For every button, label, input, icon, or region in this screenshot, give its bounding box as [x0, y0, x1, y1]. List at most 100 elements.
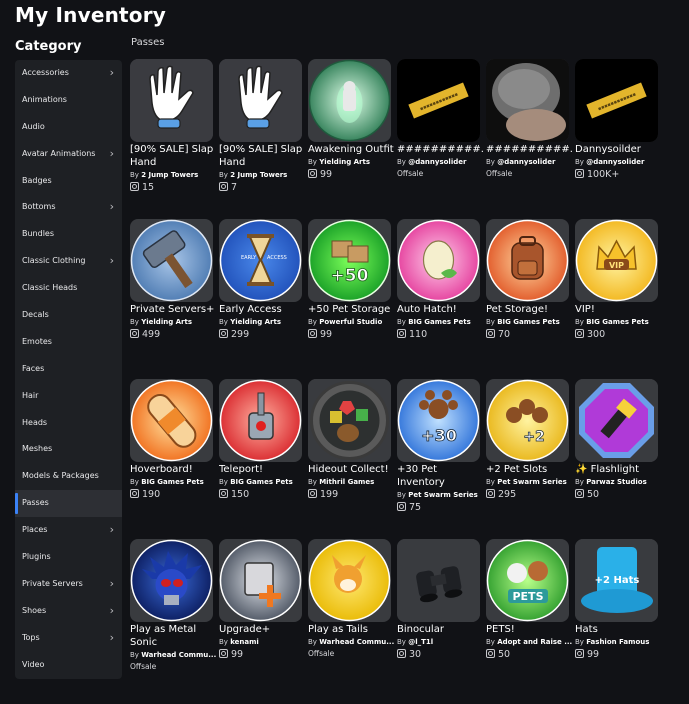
hourglass-icon[interactable]: EARLY ACCESS [219, 219, 302, 302]
item-card[interactable]: ✨ Flashlight By Parwaz Studios 50 [575, 379, 659, 529]
creator-link[interactable]: Adopt and Raise ... [497, 638, 572, 646]
item-card[interactable]: [90% SALE] Slap Hand By 2 Jump Towers 7 [219, 59, 303, 209]
item-card[interactable]: ▪▪▪▪▪▪▪▪▪▪▪▪ ##########... By @dannysolide… [397, 59, 483, 209]
creator-link[interactable]: 2 Jump Towers [141, 171, 198, 179]
flashlight-icon[interactable] [575, 379, 658, 462]
item-card[interactable]: +30 +30 Pet Inventory By Pet Swarm Series 7… [397, 379, 481, 529]
egg-icon[interactable] [397, 219, 480, 302]
item-name[interactable]: Pet Storage! [486, 303, 572, 316]
item-name[interactable]: [90% SALE] Slap Hand [219, 143, 305, 169]
sidebar-item-places[interactable]: Places › [15, 517, 122, 544]
item-name[interactable]: Binocular [397, 623, 483, 636]
creator-link[interactable]: 2 Jump Towers [230, 171, 287, 179]
glove-icon[interactable] [130, 59, 213, 142]
creator-link[interactable]: @dannysolider [408, 158, 466, 166]
sidebar-item-models-packages[interactable]: Models & Packages [15, 463, 122, 490]
sidebar-item-animations[interactable]: Animations [15, 87, 122, 114]
item-card[interactable]: +50 +50 Pet Storage By Powerful Studio 99 [308, 219, 392, 369]
item-name[interactable]: +30 Pet Inventory [397, 463, 483, 489]
item-card[interactable]: Upgrade+ By kenami 99 [219, 539, 303, 689]
crown-icon[interactable]: VIP [575, 219, 658, 302]
creator-link[interactable]: BIG Games Pets [408, 318, 471, 326]
creator-link[interactable]: Fashion Famous [586, 638, 649, 646]
item-name[interactable]: Private Servers+ [130, 303, 216, 316]
photo-icon[interactable] [486, 59, 569, 142]
creator-link[interactable]: Yielding Arts [141, 318, 192, 326]
item-card[interactable]: Awakening Outfit By Yielding Arts 99 [308, 59, 394, 209]
teleport-icon[interactable] [219, 379, 302, 462]
creator-link[interactable]: @l_T1l [408, 638, 433, 646]
creator-link[interactable]: Powerful Studio [319, 318, 382, 326]
creator-link[interactable]: BIG Games Pets [230, 478, 293, 486]
hoverboard-icon[interactable] [130, 379, 213, 462]
tails-icon[interactable] [308, 539, 391, 622]
sidebar-item-shoes[interactable]: Shoes › [15, 598, 122, 625]
pets-icon[interactable]: PETS [486, 539, 569, 622]
creator-link[interactable]: Yielding Arts [319, 158, 370, 166]
creator-link[interactable]: Warhead Commu... [319, 638, 394, 646]
hat-icon[interactable]: +2 Hats [575, 539, 658, 622]
sidebar-item-badges[interactable]: Badges [15, 168, 122, 195]
sidebar-item-passes[interactable]: Passes [15, 490, 122, 518]
item-card[interactable]: PETS PETS! By Adopt and Raise ... 50 [486, 539, 572, 689]
item-name[interactable]: Auto Hatch! [397, 303, 483, 316]
creator-link[interactable]: Pet Swarm Series [408, 491, 478, 499]
paw-plus2-icon[interactable]: +2 [486, 379, 569, 462]
upgrade-icon[interactable] [219, 539, 302, 622]
gems-icon[interactable] [308, 379, 391, 462]
item-name[interactable]: Play as Tails [308, 623, 394, 636]
item-card[interactable]: [90% SALE] Slap Hand By 2 Jump Towers 15 [130, 59, 214, 209]
creator-link[interactable]: Mithril Games [319, 478, 374, 486]
item-name[interactable]: PETS! [486, 623, 572, 636]
item-name[interactable]: ##########... [397, 143, 483, 156]
sidebar-item-plugins[interactable]: Plugins [15, 544, 122, 571]
item-name[interactable]: +2 Pet Slots [486, 463, 572, 476]
binocular-icon[interactable] [397, 539, 480, 622]
item-card[interactable]: +2 Hats Hats By Fashion Famous 99 [575, 539, 659, 689]
item-card[interactable]: ##########... By @dannysolider Offsale [486, 59, 572, 209]
item-name[interactable]: Early Access [219, 303, 305, 316]
item-name[interactable]: Teleport! [219, 463, 305, 476]
sidebar-item-bundles[interactable]: Bundles [15, 221, 122, 248]
item-card[interactable]: Hideout Collect! By Mithril Games 199 [308, 379, 392, 529]
metal-sonic-icon[interactable] [130, 539, 213, 622]
sidebar-item-heads[interactable]: Heads [15, 410, 122, 437]
item-name[interactable]: Awakening Outfit [308, 143, 394, 156]
sidebar-item-audio[interactable]: Audio [15, 114, 122, 141]
creator-link[interactable]: Parwaz Studios [586, 478, 647, 486]
creator-link[interactable]: BIG Games Pets [586, 318, 649, 326]
creator-link[interactable]: @dannysolider [497, 158, 555, 166]
backpack-icon[interactable] [486, 219, 569, 302]
sidebar-item-video[interactable]: Video [15, 652, 122, 679]
creator-link[interactable]: Yielding Arts [230, 318, 281, 326]
item-card[interactable]: VIP VIP! By BIG Games Pets 300 [575, 219, 659, 369]
hammer-icon[interactable] [130, 219, 213, 302]
item-card[interactable]: Private Servers+ By Yielding Arts 499 [130, 219, 214, 369]
paw-plus30-icon[interactable]: +30 [397, 379, 480, 462]
item-name[interactable]: ✨ Flashlight [575, 463, 661, 476]
ticket-icon[interactable]: ▪▪▪▪▪▪▪▪▪▪▪▪ [397, 59, 480, 142]
item-name[interactable]: Hideout Collect! [308, 463, 394, 476]
item-name[interactable]: Dannysoilder [575, 143, 661, 156]
sidebar-item-faces[interactable]: Faces [15, 356, 122, 383]
item-card[interactable]: +2 +2 Pet Slots By Pet Swarm Series 295 [486, 379, 570, 529]
sidebar-item-decals[interactable]: Decals [15, 302, 122, 329]
sidebar-item-classic-clothing[interactable]: Classic Clothing › [15, 248, 122, 275]
sidebar-item-accessories[interactable]: Accessories › [15, 60, 122, 87]
creator-link[interactable]: BIG Games Pets [497, 318, 560, 326]
boxes-icon[interactable]: +50 [308, 219, 391, 302]
item-name[interactable]: Play as Metal Sonic [130, 623, 216, 649]
sidebar-item-classic-heads[interactable]: Classic Heads [15, 275, 122, 302]
item-name[interactable]: Hoverboard! [130, 463, 216, 476]
creator-link[interactable]: Pet Swarm Series [497, 478, 567, 486]
item-card[interactable]: Teleport! By BIG Games Pets 150 [219, 379, 303, 529]
creator-link[interactable]: @dannysolider [586, 158, 644, 166]
aura-icon[interactable] [308, 59, 391, 142]
ticket-icon[interactable]: ▪▪▪▪▪▪▪▪▪▪▪▪ [575, 59, 658, 142]
item-card[interactable]: EARLY ACCESS Early Access By Yielding Arts 2… [219, 219, 303, 369]
sidebar-item-bottoms[interactable]: Bottoms › [15, 194, 122, 221]
item-name[interactable]: ##########... [486, 143, 572, 156]
creator-link[interactable]: Warhead Commu... [141, 651, 216, 659]
item-card[interactable]: Hoverboard! By BIG Games Pets 190 [130, 379, 214, 529]
item-card[interactable]: ▪▪▪▪▪▪▪▪▪▪▪▪ Dannysoilder By @dannysolider… [575, 59, 659, 209]
